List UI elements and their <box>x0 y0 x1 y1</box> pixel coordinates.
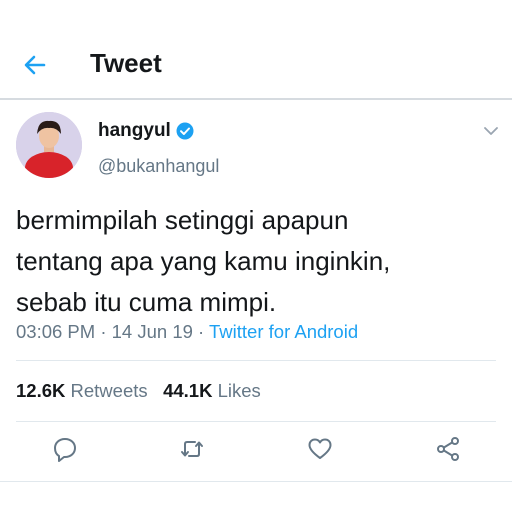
retweets-count: 12.6K <box>16 380 66 401</box>
header-bar: Tweet <box>0 0 512 98</box>
tweet-date: 14 Jun 19 <box>111 321 193 342</box>
tweet-stats: 12.6K Retweets 44.1K Likes <box>16 380 261 402</box>
tweet-meta: 03:06 PM · 14 Jun 19 · Twitter for Andro… <box>16 321 358 343</box>
divider <box>0 481 512 482</box>
likes-count: 44.1K <box>163 380 213 401</box>
author-name[interactable]: hangyul <box>98 120 171 142</box>
reply-icon[interactable] <box>52 436 78 462</box>
header-divider <box>0 98 512 100</box>
tweet-line: tentang apa yang kamu inginkin, <box>16 246 391 276</box>
tweet-text: bermimpilah setinggi apapun tentang apa … <box>16 200 496 323</box>
arrow-left-icon[interactable] <box>22 52 48 78</box>
action-bar <box>0 436 512 466</box>
likes-label: Likes <box>217 380 261 401</box>
page-title: Tweet <box>90 48 162 78</box>
share-icon[interactable] <box>435 436 461 462</box>
like-heart-icon[interactable] <box>307 436 333 462</box>
retweet-icon[interactable] <box>179 436 205 462</box>
tweet-source-link[interactable]: Twitter for Android <box>209 321 358 342</box>
separator: · <box>100 321 107 342</box>
author-handle[interactable]: @bukanhangul <box>98 156 219 177</box>
avatar[interactable] <box>16 112 82 178</box>
retweets-stat[interactable]: 12.6K Retweets <box>16 380 148 401</box>
avatar-image <box>16 112 82 178</box>
separator: · <box>198 321 205 342</box>
retweets-label: Retweets <box>70 380 148 401</box>
likes-stat[interactable]: 44.1K Likes <box>163 380 261 401</box>
chevron-down-icon[interactable] <box>482 124 500 138</box>
tweet-time: 03:06 PM <box>16 321 96 342</box>
divider <box>16 421 496 422</box>
tweet-line: bermimpilah setinggi apapun <box>16 205 349 235</box>
tweet-line: sebab itu cuma mimpi. <box>16 287 277 317</box>
verified-badge-icon <box>176 122 194 140</box>
divider <box>16 360 496 361</box>
